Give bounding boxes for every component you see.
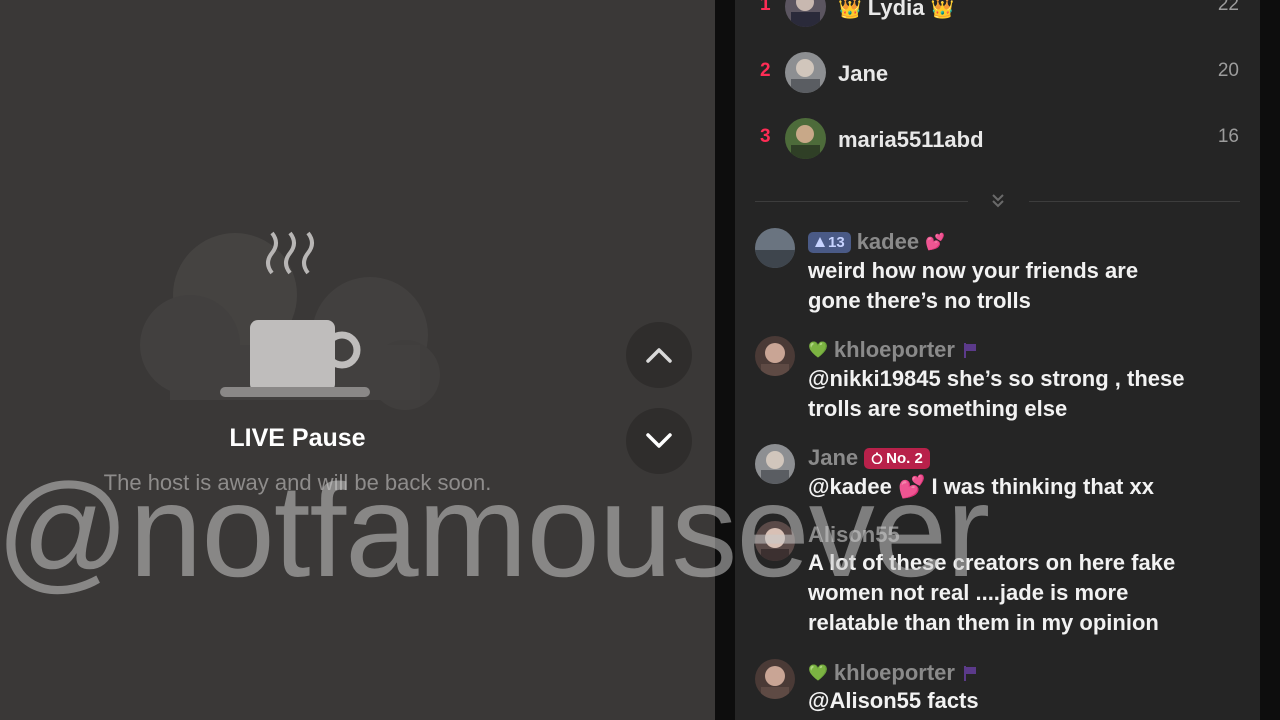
leaderboard-row[interactable]: 1 👑 Lydia 👑 22 — [735, 0, 1260, 32]
avatar[interactable] — [755, 228, 795, 268]
stopwatch-icon — [871, 452, 883, 464]
message-text: @kadee 💕 I was thinking that xx — [808, 474, 1154, 499]
rank-number: 2 — [760, 60, 771, 81]
green-heart-icon: 💚 — [808, 342, 828, 359]
message-header: 💚 khloeporter — [808, 336, 979, 364]
avatar[interactable] — [755, 659, 795, 699]
level-icon — [815, 237, 825, 247]
leaderboard-row[interactable]: 3 maria5511abd 16 — [735, 114, 1260, 164]
crown-icon: 👑 — [930, 0, 955, 20]
leaderboard-row[interactable]: 2 Jane 20 — [735, 48, 1260, 98]
leaderboard-score: 20 — [1217, 60, 1239, 81]
leaderboard-name[interactable]: 👑 Lydia 👑 — [838, 0, 954, 21]
rank-number: 3 — [760, 126, 771, 147]
live-chat-panel: 1 👑 Lydia 👑 22 2 Jane 20 3 maria5511abd … — [735, 0, 1260, 720]
chevron-up-icon — [646, 348, 672, 363]
username[interactable]: Jane — [808, 445, 858, 471]
message-text: @Alison55 facts — [808, 688, 979, 713]
level-badge: 13 — [808, 231, 851, 253]
flag-icon — [963, 666, 976, 681]
right-edge — [1260, 0, 1280, 720]
avatar[interactable] — [755, 336, 795, 376]
message-header: Alison55 — [808, 521, 900, 549]
rank-number: 1 — [760, 0, 771, 15]
heart-icon: 💕 — [925, 234, 945, 251]
flag-icon — [963, 343, 976, 358]
message-text: A lot of these creators on here fake wom… — [808, 550, 1176, 635]
avatar[interactable] — [785, 0, 826, 27]
username[interactable]: Alison55 — [808, 522, 900, 548]
divider — [1029, 201, 1240, 202]
next-live-button[interactable] — [626, 408, 692, 474]
avatar[interactable] — [755, 444, 795, 484]
double-chevron-down-icon[interactable] — [987, 190, 1009, 212]
message-text: weird how now your friends are gone ther… — [808, 258, 1139, 313]
leaderboard-score: 22 — [1217, 0, 1239, 15]
username[interactable]: khloeporter — [834, 337, 955, 363]
username[interactable]: khloeporter — [834, 660, 955, 686]
message-header: 13 kadee 💕 — [808, 228, 945, 256]
coffee-cup-icon — [140, 231, 440, 410]
chevron-down-icon — [646, 433, 672, 448]
green-heart-icon: 💚 — [808, 665, 828, 682]
avatar[interactable] — [785, 52, 826, 93]
leaderboard-score: 16 — [1217, 126, 1239, 147]
live-player: LIVE Pause The host is away and will be … — [0, 0, 715, 720]
panel-gap — [715, 0, 735, 720]
pause-subtitle: The host is away and will be back soon. — [103, 470, 492, 495]
crown-icon: 👑 — [838, 0, 862, 20]
avatar[interactable] — [755, 521, 795, 561]
message-header: 💚 khloeporter — [808, 659, 979, 687]
leaderboard-name[interactable]: maria5511abd — [838, 127, 984, 153]
divider — [755, 201, 968, 202]
rank-badge: No. 2 — [864, 447, 930, 469]
previous-live-button[interactable] — [626, 322, 692, 388]
message-header: Jane No. 2 — [808, 444, 930, 472]
message-text: @nikki19845 she’s so strong , these trol… — [808, 366, 1185, 421]
pause-title: LIVE Pause — [229, 424, 366, 452]
username[interactable]: kadee — [857, 229, 919, 255]
avatar[interactable] — [785, 118, 826, 159]
leaderboard-name[interactable]: Jane — [838, 61, 888, 87]
